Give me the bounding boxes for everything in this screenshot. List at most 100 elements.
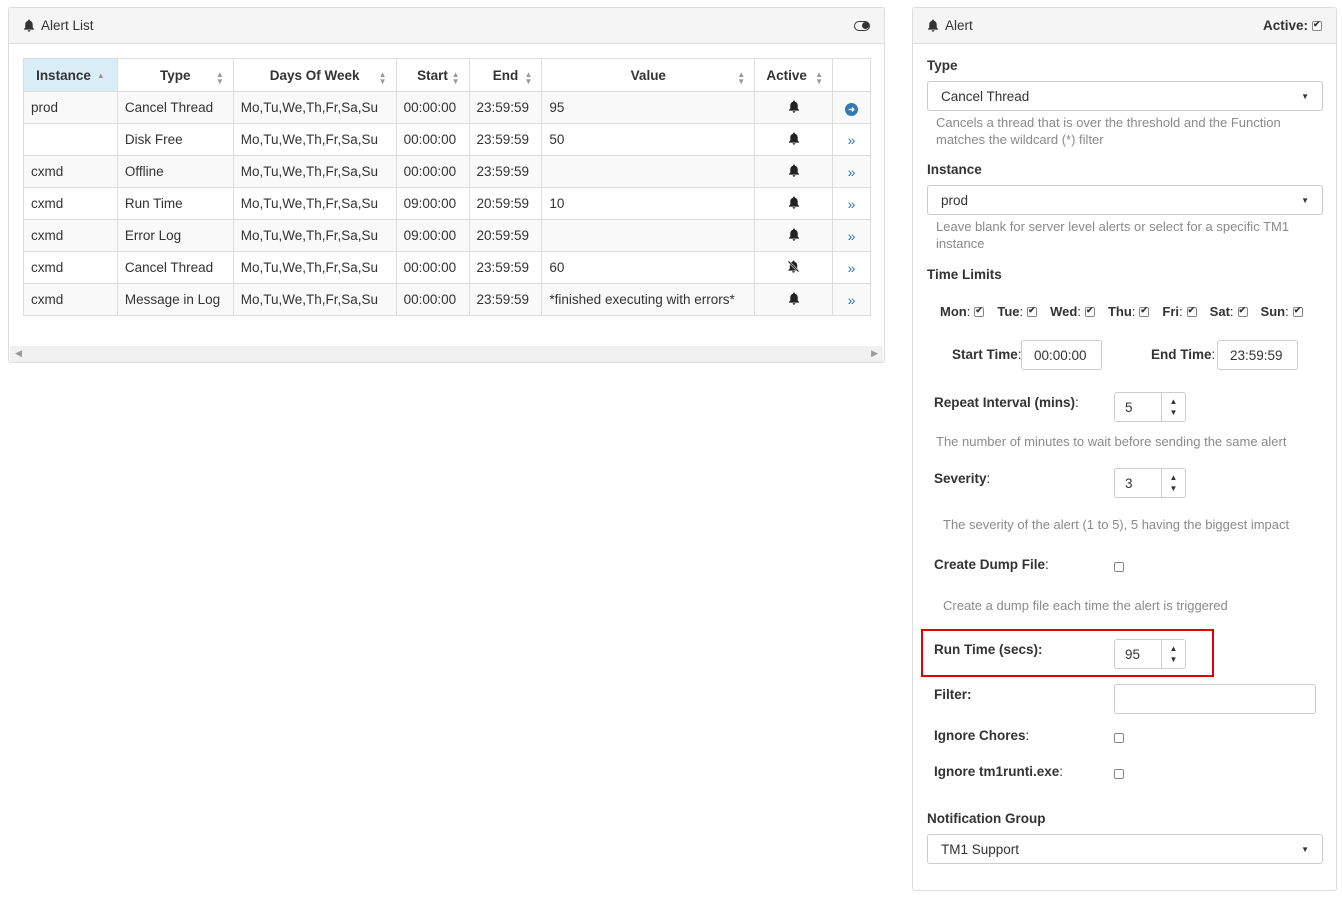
run-time-stepper[interactable]: 95 ▲ ▼ — [1114, 639, 1186, 669]
column-header-instance[interactable]: Instance ▲ — [23, 58, 118, 92]
cell-action[interactable]: » — [832, 187, 871, 220]
bell-icon[interactable] — [788, 100, 800, 116]
toggle-icon[interactable] — [854, 20, 870, 31]
double-chevron-right-icon[interactable]: » — [848, 196, 856, 212]
double-chevron-right-icon[interactable]: » — [848, 292, 856, 308]
cell-action[interactable]: » — [832, 123, 871, 156]
table-row[interactable]: Disk Free Mo,Tu,We,Th,Fr,Sa,Su 00:00:00 23:… — [23, 123, 871, 156]
stepper-down-icon[interactable]: ▼ — [1170, 654, 1178, 665]
cell-action[interactable]: ➜ — [832, 91, 871, 124]
instance-select[interactable]: prod ▼ — [927, 185, 1323, 215]
active-checkbox[interactable] — [1312, 19, 1322, 31]
column-header-action — [832, 58, 871, 92]
stepper-arrows[interactable]: ▲ ▼ — [1161, 469, 1185, 497]
repeat-interval-label-text: Repeat Interval (mins) — [934, 395, 1076, 410]
stepper-down-icon[interactable]: ▼ — [1170, 483, 1178, 494]
filter-input[interactable] — [1114, 684, 1316, 714]
stepper-down-icon[interactable]: ▼ — [1170, 407, 1178, 418]
column-header-start[interactable]: Start ▲ ▼ — [395, 58, 470, 92]
cell-active[interactable] — [754, 283, 834, 316]
column-header-type[interactable]: Type ▲ ▼ — [116, 58, 234, 92]
cell-active[interactable] — [754, 187, 834, 220]
bell-icon — [928, 19, 938, 32]
stepper-up-icon[interactable]: ▲ — [1170, 643, 1178, 654]
day-fri-checkbox[interactable] — [1186, 305, 1197, 317]
end-time-label: End Time: — [1151, 347, 1215, 362]
cell-active[interactable] — [754, 251, 834, 284]
cell-end: 20:59:59 — [468, 187, 543, 220]
day-tue-checkbox[interactable] — [1027, 305, 1038, 317]
cell-active[interactable] — [754, 155, 834, 188]
double-chevron-right-icon[interactable]: » — [848, 132, 856, 148]
scroll-left-icon[interactable]: ◀ — [15, 348, 22, 359]
double-chevron-right-icon[interactable]: » — [848, 260, 856, 276]
cell-action[interactable]: » — [832, 219, 871, 252]
double-chevron-right-icon[interactable]: » — [848, 164, 856, 180]
end-time-input[interactable]: 23:59:59 — [1217, 340, 1298, 370]
day-colon: : — [1019, 304, 1024, 319]
day-sun: Sun: — [1261, 304, 1303, 319]
filter-label: Filter: — [934, 687, 972, 702]
label-colon: : — [1075, 395, 1079, 410]
horizontal-scrollbar[interactable]: ◀ ▶ — [10, 346, 883, 362]
cell-days: Mo,Tu,We,Th,Fr,Sa,Su — [232, 283, 397, 316]
stepper-arrows[interactable]: ▲ ▼ — [1161, 640, 1185, 668]
cell-instance: cxmd — [23, 219, 118, 252]
cell-value: 60 — [541, 251, 756, 284]
cell-action[interactable]: » — [832, 251, 871, 284]
notification-group-select[interactable]: TM1 Support ▼ — [927, 834, 1323, 864]
cell-action[interactable]: » — [832, 283, 871, 316]
table-row[interactable]: cxmd Error Log Mo,Tu,We,Th,Fr,Sa,Su 09:00:0… — [23, 219, 871, 252]
double-chevron-right-icon[interactable]: » — [848, 228, 856, 244]
alert-form-title: Alert — [927, 18, 973, 33]
severity-stepper[interactable]: 3 ▲ ▼ — [1114, 468, 1186, 498]
cell-start: 00:00:00 — [395, 155, 470, 188]
dump-file-checkbox[interactable] — [1114, 562, 1124, 572]
repeat-interval-stepper[interactable]: 5 ▲ ▼ — [1114, 392, 1186, 422]
day-label: Thu — [1107, 304, 1132, 319]
stepper-up-icon[interactable]: ▲ — [1170, 472, 1178, 483]
table-row[interactable]: cxmd Message in Log Mo,Tu,We,Th,Fr,Sa,Su 00… — [23, 283, 871, 316]
cell-days: Mo,Tu,We,Th,Fr,Sa,Su — [232, 91, 397, 124]
bell-icon[interactable] — [788, 228, 800, 244]
stepper-up-icon[interactable]: ▲ — [1170, 396, 1178, 407]
column-header-end[interactable]: End ▲ ▼ — [468, 58, 543, 92]
dump-file-help: Create a dump file each time the alert i… — [943, 598, 1228, 613]
type-select[interactable]: Cancel Thread ▼ — [927, 81, 1323, 111]
cell-active[interactable] — [754, 91, 834, 124]
cell-active[interactable] — [754, 219, 834, 252]
day-colon: : — [1285, 304, 1289, 319]
table-row[interactable]: prod Cancel Thread Mo,Tu,We,Th,Fr,Sa,Su 00:… — [23, 91, 871, 124]
cell-start: 09:00:00 — [395, 187, 470, 220]
scroll-right-icon[interactable]: ▶ — [871, 348, 878, 359]
bell-icon[interactable] — [788, 292, 800, 308]
severity-help: The severity of the alert (1 to 5), 5 ha… — [943, 517, 1290, 532]
day-mon-checkbox[interactable] — [974, 305, 985, 317]
cell-active[interactable] — [754, 123, 834, 156]
start-time-input[interactable]: 00:00:00 — [1021, 340, 1102, 370]
column-header-days[interactable]: Days Of Week ▲ ▼ — [232, 58, 397, 92]
bell-icon[interactable] — [788, 196, 800, 212]
day-wed-checkbox[interactable] — [1084, 305, 1095, 317]
column-header-value[interactable]: Value ▲ ▼ — [541, 58, 756, 92]
type-label: Type — [927, 58, 958, 73]
bell-icon[interactable] — [788, 164, 800, 180]
arrow-circle-right-icon[interactable]: ➜ — [845, 102, 859, 116]
ignore-chores-checkbox[interactable] — [1114, 733, 1124, 743]
repeat-interval-help: The number of minutes to wait before sen… — [936, 434, 1287, 449]
ignore-runti-checkbox[interactable] — [1114, 769, 1124, 779]
bell-icon[interactable] — [788, 132, 800, 148]
cell-type: Cancel Thread — [116, 251, 234, 284]
bell-icon — [24, 19, 34, 32]
day-thu-checkbox[interactable] — [1139, 305, 1150, 317]
table-row[interactable]: cxmd Run Time Mo,Tu,We,Th,Fr,Sa,Su 09:00:00… — [23, 187, 871, 220]
stepper-arrows[interactable]: ▲ ▼ — [1161, 393, 1185, 421]
bell-slash-icon[interactable] — [787, 260, 800, 276]
table-row[interactable]: cxmd Cancel Thread Mo,Tu,We,Th,Fr,Sa,Su 00:… — [23, 251, 871, 284]
column-header-active[interactable]: Active ▲ ▼ — [754, 58, 834, 92]
table-row[interactable]: cxmd Offline Mo,Tu,We,Th,Fr,Sa,Su 00:00:00 2… — [23, 155, 871, 188]
day-sat-checkbox[interactable] — [1237, 305, 1248, 317]
severity-value: 3 — [1125, 475, 1133, 491]
day-sun-checkbox[interactable] — [1292, 305, 1303, 317]
cell-action[interactable]: » — [832, 155, 871, 188]
